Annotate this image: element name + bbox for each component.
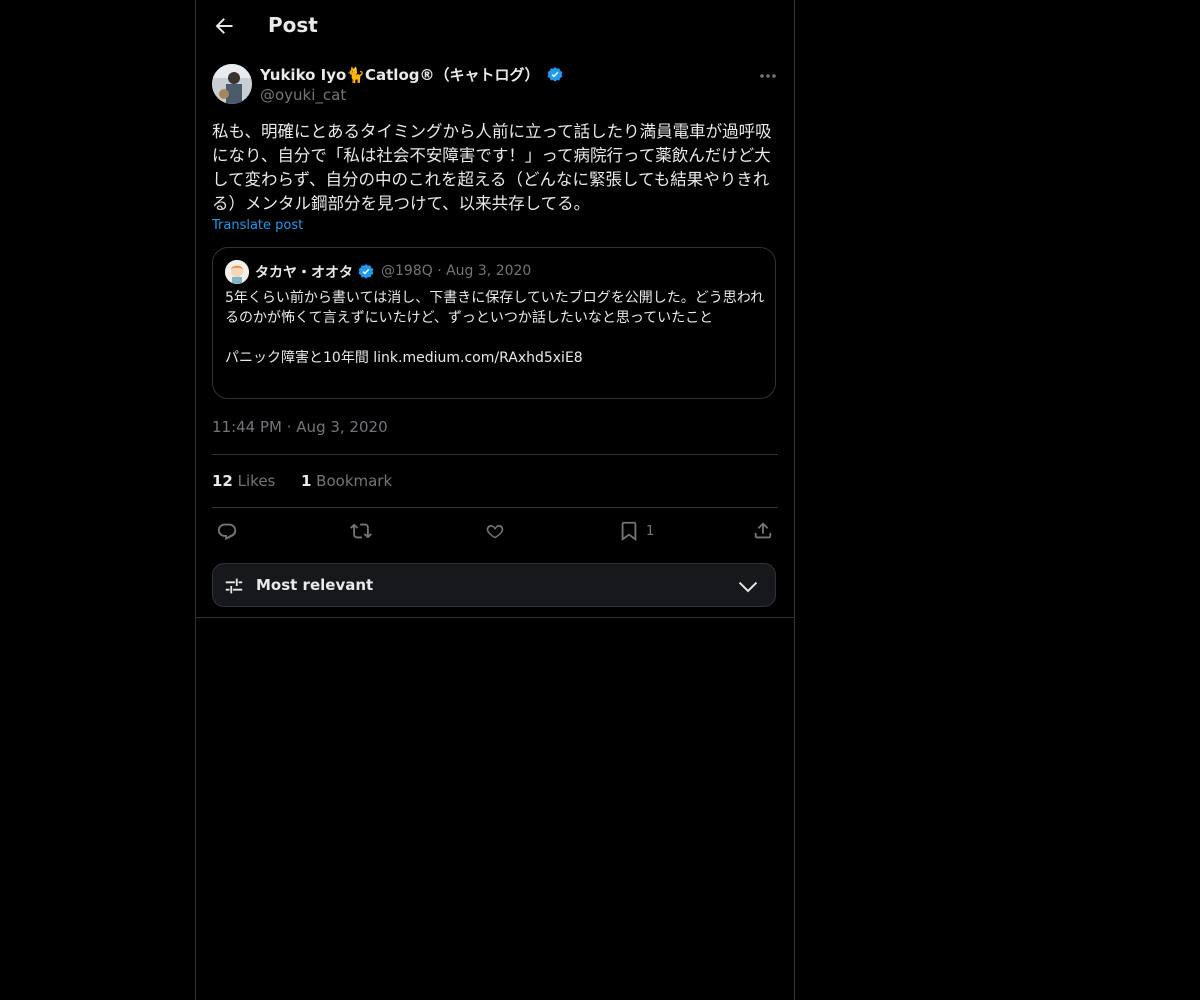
translate-post-link[interactable]: Translate post — [212, 218, 303, 233]
quoted-author-handle: @198Q — [381, 263, 433, 279]
bookmarks-stat[interactable]: 1 Bookmark — [301, 472, 392, 490]
post-time: 11:44 PM — [212, 418, 282, 436]
quoted-verified-badge-icon — [357, 263, 375, 281]
page-title: Post — [268, 13, 318, 37]
quoted-text: 5年くらい前から書いては消し、下書きに保存していたブログを公開した。どう思われる… — [225, 290, 765, 366]
bookmarks-label: Bookmark — [316, 472, 393, 490]
like-button[interactable] — [484, 519, 506, 543]
likes-stat[interactable]: 12 Likes — [212, 472, 275, 490]
post-column: Post Yukiko Iyo🐈Catlog®（キャトログ） @oyuki_ca… — [195, 0, 795, 1000]
bookmark-icon — [621, 521, 637, 541]
reply-button[interactable] — [216, 519, 238, 543]
bookmark-count: 1 — [646, 523, 655, 539]
quoted-date: Aug 3, 2020 — [446, 263, 532, 279]
divider — [212, 454, 778, 455]
more-options-icon[interactable] — [756, 66, 780, 86]
likes-label: Likes — [237, 472, 276, 490]
quoted-author-name: タカヤ・オオタ — [255, 265, 353, 281]
bookmark-button[interactable]: 1 — [618, 519, 654, 543]
post-date: Aug 3, 2020 — [296, 418, 388, 436]
quoted-author-avatar — [225, 260, 249, 284]
divider — [196, 617, 794, 618]
top-bar: Post — [196, 0, 794, 53]
author-name[interactable]: Yukiko Iyo🐈Catlog®（キャトログ） — [260, 64, 540, 85]
verified-badge-icon — [546, 66, 564, 84]
engagement-stats: 12 Likes 1 Bookmark — [212, 472, 392, 490]
post-timestamp[interactable]: 11:44 PM · Aug 3, 2020 — [212, 418, 388, 436]
divider — [212, 507, 778, 508]
likes-count: 12 — [212, 472, 233, 490]
author-avatar[interactable] — [212, 64, 252, 104]
heart-icon — [486, 525, 504, 539]
reply-icon — [217, 523, 237, 541]
author-handle[interactable]: @oyuki_cat — [260, 86, 346, 104]
repost-button[interactable] — [350, 519, 372, 543]
sliders-icon — [223, 575, 245, 597]
sort-label: Most relevant — [256, 576, 374, 594]
share-button[interactable] — [752, 519, 774, 543]
bookmarks-count: 1 — [300, 472, 312, 490]
quoted-post[interactable]: タカヤ・オオタ @198Q · Aug 3, 2020 5年くらい前から書いては… — [212, 247, 776, 399]
chevron-down-icon — [737, 576, 759, 596]
repost-icon — [350, 523, 372, 539]
post-text: 私も、明確にとあるタイミングから人前に立って話したり満員電車が過呼吸になり、自分… — [212, 122, 772, 213]
reply-sort-dropdown[interactable]: Most relevant — [212, 563, 776, 607]
share-icon — [754, 522, 772, 539]
quoted-meta: @198Q · Aug 3, 2020 — [381, 263, 532, 279]
back-arrow-icon[interactable] — [212, 14, 236, 38]
